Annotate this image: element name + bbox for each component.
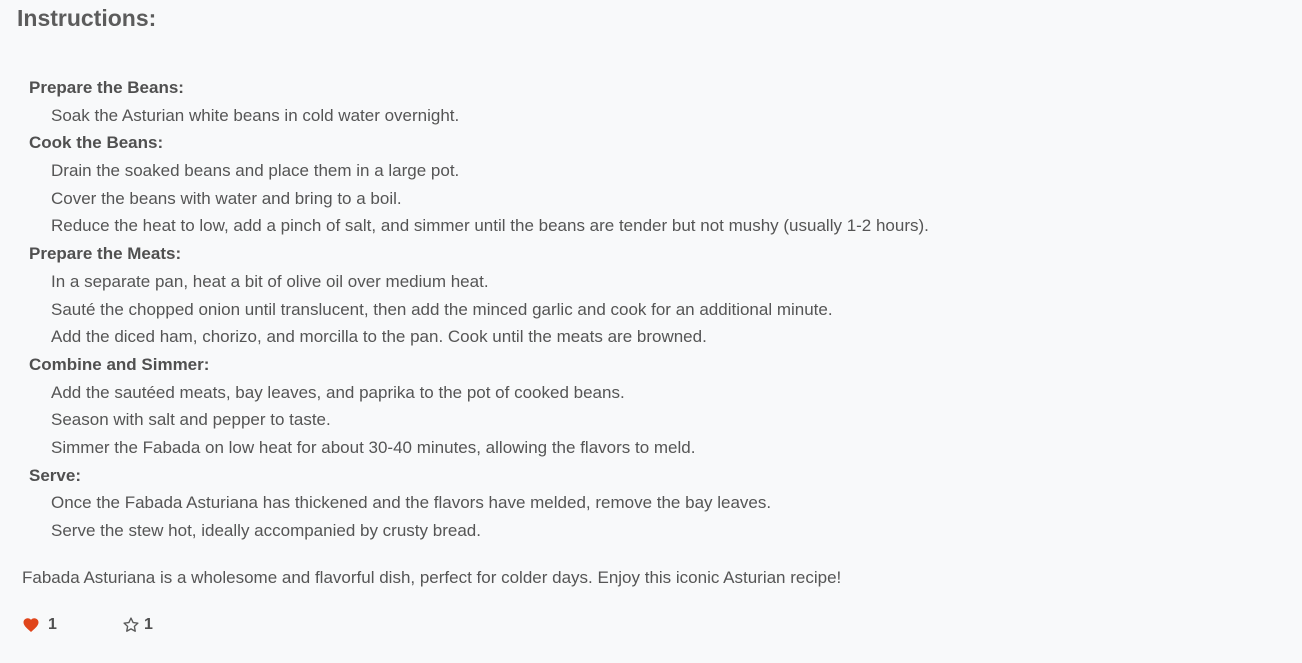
step-item: Season with salt and pepper to taste. [51, 410, 331, 430]
instruction-section: Cook the Beans: Drain the soaked beans a… [29, 129, 929, 240]
favorite-count: 1 [144, 616, 153, 633]
step-list: Drain the soaked beans and place them in… [29, 157, 929, 240]
step-item: Add the diced ham, chorizo, and morcilla… [51, 327, 707, 347]
like-button[interactable]: 1 [22, 616, 122, 634]
step-list: Once the Fabada Asturiana has thickened … [29, 489, 929, 544]
step-list: Add the sautéed meats, bay leaves, and p… [29, 379, 929, 462]
instruction-sections: Prepare the Beans: Soak the Asturian whi… [29, 74, 929, 545]
instruction-section: Prepare the Beans: Soak the Asturian whi… [29, 74, 929, 129]
instruction-section: Prepare the Meats: In a separate pan, he… [29, 240, 929, 351]
section-title: Prepare the Meats: [29, 244, 182, 264]
section-title: Cook the Beans: [29, 133, 164, 153]
instructions-heading: Instructions: [17, 5, 157, 31]
step-item: In a separate pan, heat a bit of olive o… [51, 271, 489, 291]
step-item: Soak the Asturian white beans in cold wa… [51, 105, 460, 125]
step-item: Add the sautéed meats, bay leaves, and p… [51, 382, 625, 402]
step-item: Reduce the heat to low, add a pinch of s… [51, 216, 929, 236]
section-title: Prepare the Beans: [29, 78, 184, 97]
step-item: Drain the soaked beans and place them in… [51, 161, 460, 181]
step-list: Soak the Asturian white beans in cold wa… [29, 102, 929, 130]
recipe-instructions-panel: Instructions: Prepare the Beans: Soak th… [0, 0, 1302, 663]
step-item: Serve the stew hot, ideally accompanied … [51, 521, 481, 540]
star-outline-icon [122, 616, 140, 634]
section-title: Serve: [29, 465, 81, 485]
reaction-bar: 1 1 [22, 613, 153, 637]
step-item: Cover the beans with water and bring to … [51, 188, 402, 208]
step-item: Once the Fabada Asturiana has thickened … [51, 493, 772, 513]
step-item: Simmer the Fabada on low heat for about … [51, 437, 696, 457]
heart-icon [22, 616, 40, 634]
section-title: Combine and Simmer: [29, 354, 210, 374]
favorite-button[interactable]: 1 [122, 616, 153, 634]
instruction-section: Combine and Simmer: Add the sautéed meat… [29, 351, 929, 462]
step-list: In a separate pan, heat a bit of olive o… [29, 268, 929, 351]
instruction-section: Serve: Once the Fabada Asturiana has thi… [29, 462, 929, 545]
closing-note: Fabada Asturiana is a wholesome and flav… [22, 568, 842, 587]
step-item: Sauté the chopped onion until translucen… [51, 299, 833, 319]
like-count: 1 [48, 616, 57, 633]
